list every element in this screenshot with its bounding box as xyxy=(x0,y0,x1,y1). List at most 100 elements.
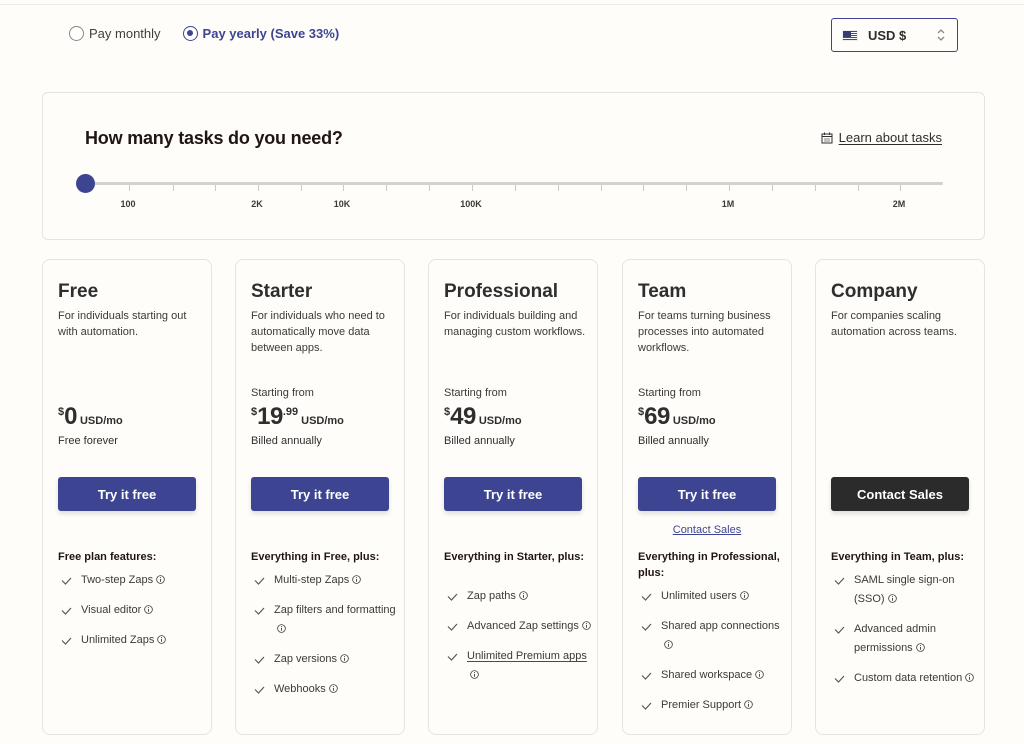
plan-card-professional: Professional For individuals building and… xyxy=(428,259,598,735)
feature-list: Two-step Zaps Visual editor Unlimited Za… xyxy=(61,571,206,661)
tick-label-2k: 2K xyxy=(251,199,263,209)
plan-name: Free xyxy=(58,281,99,302)
feature-item: Premier Support xyxy=(641,696,786,715)
slider-tick[interactable] xyxy=(472,185,473,191)
plan-price: $ 49 USD/mo xyxy=(444,404,522,430)
tasks-panel: How many tasks do you need? Learn about … xyxy=(42,92,985,240)
features-heading: Everything in Starter, plus: xyxy=(444,551,584,563)
feature-text[interactable]: Unlimited Premium apps xyxy=(467,650,587,662)
slider-tick[interactable] xyxy=(129,185,130,191)
info-icon[interactable] xyxy=(664,640,673,649)
plan-description: For teams turning business processes int… xyxy=(638,310,771,354)
check-icon xyxy=(641,672,652,680)
price-amount: 69 xyxy=(644,403,670,430)
slider-tick[interactable] xyxy=(729,185,730,191)
radio-unselected-icon[interactable] xyxy=(69,26,84,41)
slider-tick[interactable] xyxy=(772,185,773,191)
feature-text: SAML single sign-on (SSO) xyxy=(854,574,955,605)
info-icon[interactable] xyxy=(965,673,975,682)
features-heading: Free plan features: xyxy=(58,551,157,563)
slider-tick[interactable] xyxy=(515,185,516,191)
feature-item: SAML single sign-on (SSO) xyxy=(834,571,979,609)
info-icon[interactable] xyxy=(329,684,338,693)
info-icon[interactable] xyxy=(887,594,897,603)
pay-yearly-option[interactable]: Pay yearly (Save 33%) xyxy=(182,26,339,41)
slider-tick[interactable] xyxy=(601,185,602,191)
contact-sales-link[interactable]: Contact Sales xyxy=(638,524,776,536)
info-icon[interactable] xyxy=(519,591,528,600)
info-icon[interactable] xyxy=(470,670,479,679)
feature-text: Shared app connections xyxy=(661,620,780,632)
plan-price: $ 69 USD/mo xyxy=(638,404,716,430)
calendar-icon xyxy=(821,132,833,143)
price-unit: USD/mo xyxy=(672,415,716,427)
feature-item: Two-step Zaps xyxy=(61,571,206,590)
info-icon[interactable] xyxy=(277,624,286,633)
info-icon[interactable] xyxy=(915,643,925,652)
billing-note: Billed annually xyxy=(638,435,709,447)
try-it-free-button[interactable]: Try it free xyxy=(251,477,389,511)
radio-selected-icon[interactable] xyxy=(182,26,198,41)
slider-tick[interactable] xyxy=(815,185,816,191)
contact-sales-button[interactable]: Contact Sales xyxy=(831,477,969,511)
info-icon[interactable] xyxy=(340,654,349,663)
plan-description: For individuals starting out with automa… xyxy=(58,310,187,338)
tasks-title: How many tasks do you need? xyxy=(85,128,343,148)
check-icon xyxy=(61,637,72,645)
slider-tick[interactable] xyxy=(643,185,644,191)
feature-item: Custom data retention xyxy=(834,669,979,688)
info-icon[interactable] xyxy=(755,670,764,679)
plan-description: For individuals building and managing cu… xyxy=(444,310,586,338)
slider-tick[interactable] xyxy=(301,185,302,191)
feature-text: Zap paths xyxy=(467,590,516,602)
info-icon[interactable] xyxy=(144,605,154,614)
try-it-free-button[interactable]: Try it free xyxy=(444,477,582,511)
feature-list: SAML single sign-on (SSO) Advanced admin… xyxy=(834,571,979,699)
check-icon xyxy=(61,607,72,615)
features-heading: Everything in Professional, plus: xyxy=(638,551,780,579)
pay-monthly-option[interactable]: Pay monthly xyxy=(69,26,161,41)
try-it-free-button[interactable]: Try it free xyxy=(58,477,196,511)
check-icon xyxy=(447,623,458,631)
plan-card-company: Company For companies scaling automation … xyxy=(815,259,985,735)
currency-select[interactable]: USD $ xyxy=(831,18,958,52)
try-it-free-button[interactable]: Try it free xyxy=(638,477,776,511)
check-icon xyxy=(447,593,458,601)
feature-text: Custom data retention xyxy=(854,672,963,684)
starting-from-label: Starting from xyxy=(444,387,507,399)
learn-about-tasks-link[interactable]: Learn about tasks xyxy=(821,130,942,145)
feature-item: Multi-step Zaps xyxy=(254,571,399,590)
feature-item: Unlimited Zaps xyxy=(61,631,206,650)
info-icon[interactable] xyxy=(744,700,753,709)
slider-tick[interactable] xyxy=(900,185,901,191)
check-icon xyxy=(641,593,652,601)
plan-card-free: Free For individuals starting out with au… xyxy=(42,259,212,735)
info-icon[interactable] xyxy=(157,635,167,644)
plan-name: Team xyxy=(638,281,687,302)
info-icon[interactable] xyxy=(740,591,749,600)
slider-tick[interactable] xyxy=(343,185,344,191)
slider-tick[interactable] xyxy=(386,185,387,191)
slider-tick[interactable] xyxy=(558,185,559,191)
slider-tick[interactable] xyxy=(858,185,859,191)
feature-text: Zap filters and formatting xyxy=(274,604,396,616)
info-icon[interactable] xyxy=(582,621,591,630)
tick-label-10k: 10K xyxy=(333,199,351,209)
learn-about-tasks-label: Learn about tasks xyxy=(838,130,942,145)
billing-toggle: Pay monthly Pay yearly (Save 33%) xyxy=(69,26,339,41)
slider-tick[interactable] xyxy=(215,185,216,191)
info-icon[interactable] xyxy=(352,575,361,584)
feature-item: Advanced Zap settings xyxy=(447,617,592,636)
slider-tick[interactable] xyxy=(173,185,174,191)
info-icon[interactable] xyxy=(156,575,165,584)
check-icon xyxy=(254,607,265,615)
slider-tick[interactable] xyxy=(429,185,430,191)
price-amount: 19 xyxy=(257,403,283,430)
slider-tick[interactable] xyxy=(686,185,687,191)
price-cents: .99 xyxy=(282,406,299,418)
billing-note: Billed annually xyxy=(444,435,515,447)
feature-item: Visual editor xyxy=(61,601,206,620)
plan-price: $ 0 USD/mo xyxy=(58,404,123,430)
tasks-slider-thumb[interactable] xyxy=(76,174,95,193)
slider-tick[interactable] xyxy=(258,185,259,191)
